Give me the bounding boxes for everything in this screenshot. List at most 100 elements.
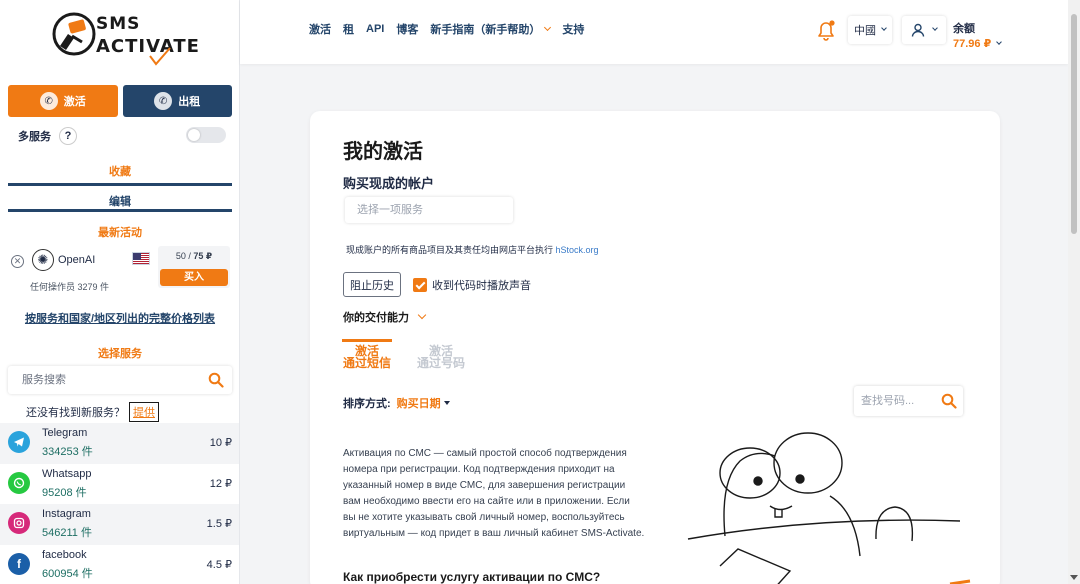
sms-activate-logo[interactable]: SMS ACTIVATE [52, 10, 199, 70]
user-icon [911, 23, 925, 37]
sound-checkbox-label: 收到代码时播放声音 [432, 280, 531, 292]
ready-accounts-heading: 购买现成的帐户 [343, 176, 435, 191]
chevron-down-icon [417, 310, 427, 320]
service-price: 10 ₽ [209, 437, 232, 449]
activation-icon: ✆ [39, 92, 58, 110]
service-select-input[interactable] [345, 197, 513, 223]
sms-activation-description: Активация по СМС — самый простой способ … [343, 448, 645, 539]
offer-price-box: 50 / 75 ₽ 买入 [158, 246, 230, 288]
service-item-facebook[interactable]: f facebook 600954 件 4.5 ₽ [0, 545, 239, 584]
choose-service-heading: 选择服务 [98, 348, 142, 360]
service-select [345, 197, 513, 223]
sort-dropdown[interactable]: 购买日期 [397, 395, 441, 411]
logo-mark-icon [52, 12, 96, 56]
offer-service-name: OpenAI [58, 254, 96, 266]
multi-service-toggle[interactable] [186, 127, 226, 143]
buy-button[interactable]: 买入 [160, 269, 228, 286]
service-search-input[interactable] [8, 366, 198, 394]
page-title: 我的激活 [343, 141, 423, 163]
service-count: 600954 件 [42, 567, 93, 580]
telegram-icon [8, 431, 30, 453]
usa-flag-icon [132, 252, 150, 265]
top-header: 激活 租 API 博客 新手指南（新手帮助） 支持 中國 余额 77.96 ₽ [240, 0, 1068, 64]
how-to-buy-heading: Как приобрести услугу активации по СМС? [343, 570, 601, 584]
service-item-whatsapp[interactable]: Whatsapp 95208 件 12 ₽ [0, 464, 239, 505]
nav-blog[interactable]: 博客 [396, 21, 418, 37]
tab-activation-number[interactable]: 激活 通过号码 [416, 339, 466, 369]
rent-mode-label: 出租 [178, 96, 201, 108]
service-item-instagram[interactable]: Instagram 546211 件 1.5 ₽ [0, 504, 239, 545]
block-history-button[interactable]: 阻止历史 [343, 272, 401, 297]
not-found-text: 还没有找到新服务？ [26, 407, 125, 419]
logo-check-icon [149, 47, 171, 66]
offer-count: 3279 件 [77, 282, 110, 292]
bell-icon[interactable] [814, 18, 838, 42]
tab-edit[interactable]: 编辑 [8, 190, 232, 212]
provide-link[interactable]: 提供 [129, 402, 159, 422]
page-scrollbar[interactable] [1068, 0, 1080, 584]
search-icon[interactable] [941, 393, 957, 409]
nav-support[interactable]: 支持 [562, 21, 584, 37]
multi-service-label: 多服务 [18, 131, 51, 143]
logo-text-sms: SMS [96, 14, 141, 34]
whatsapp-icon [8, 471, 30, 494]
chevron-down-icon [932, 25, 938, 31]
instagram-icon [8, 512, 30, 534]
sound-checkbox[interactable] [413, 278, 427, 292]
sidebar: SMS ACTIVATE ✆ 激活 ✆ 出租 多服务 ? 收藏 编辑 最新活动 … [0, 0, 240, 584]
scroll-thumb[interactable] [1071, 14, 1077, 234]
balance-value[interactable]: 77.96 ₽ [953, 37, 1003, 50]
language-select[interactable]: 中國 [848, 16, 892, 44]
full-price-list-link[interactable]: 按服务和国家/地区列出的完整价格列表 [8, 310, 232, 326]
tab-favorites[interactable]: 收藏 [8, 160, 232, 186]
chevron-down-icon [544, 23, 552, 31]
service-name: Whatsapp [42, 467, 92, 480]
disclaimer: 现成账户的所有商品项目及其责任均由网店平台执行 hStock.org [346, 245, 599, 255]
number-search [854, 386, 963, 416]
rent-icon: ✆ [154, 92, 173, 110]
search-icon[interactable] [208, 372, 224, 388]
service-price: 4.5 ₽ [206, 558, 232, 571]
tab-activation-sms[interactable]: 激活 通过短信 [342, 339, 392, 369]
mascot-illustration [687, 432, 971, 584]
latest-offer-row: ✕ ✺ OpenAI 任何操作员 3279 件 50 / 75 ₽ 买入 [8, 244, 232, 292]
chevron-down-icon [881, 25, 887, 31]
user-menu-button[interactable] [902, 16, 946, 44]
hstock-link[interactable]: hStock.org [556, 245, 599, 255]
language-value: 中國 [854, 25, 876, 37]
offer-operators: 任何操作员 3279 件 [30, 282, 110, 292]
activation-mode-label: 激活 [63, 96, 86, 108]
balance-label: 余额 [953, 23, 975, 35]
facebook-icon: f [8, 552, 30, 575]
offer-price: 50 / 75 ₽ [175, 251, 213, 261]
number-search-input[interactable] [854, 386, 934, 416]
activation-mode-button[interactable]: ✆ 激活 [8, 85, 118, 117]
scroll-down-icon[interactable] [1070, 575, 1078, 580]
service-count: 95208 件 [42, 486, 87, 499]
nav-guide[interactable]: 新手指南（新手帮助） [430, 21, 552, 37]
service-name: Instagram [42, 508, 91, 520]
delivery-capacity-toggle[interactable]: 你的交付能力 [343, 309, 427, 325]
caret-down-icon [443, 401, 450, 405]
sound-checkbox-row[interactable]: 收到代码时播放声音 [413, 277, 531, 293]
service-name: Telegram [42, 427, 88, 439]
nav-rent[interactable]: 租 [343, 21, 354, 37]
activations-card: 我的激活 购买现成的帐户 现成账户的所有商品项目及其责任均由网店平台执行 hSt… [310, 111, 1000, 584]
rent-mode-button[interactable]: ✆ 出租 [122, 85, 232, 117]
remove-icon[interactable]: ✕ [11, 255, 24, 268]
service-name: facebook [42, 548, 87, 561]
nav-api[interactable]: API [366, 21, 384, 37]
openai-icon: ✺ [32, 249, 54, 271]
tab-latest-activity[interactable]: 最新活动 [8, 222, 232, 240]
service-list: Telegram 334253 件 10 ₽ Whatsapp 95208 件 … [0, 423, 239, 584]
service-price: 12 ₽ [209, 477, 232, 490]
sort-label: 排序方式: [343, 398, 391, 410]
help-icon[interactable]: ? [59, 127, 77, 145]
multi-service-row: 多服务 ? [18, 126, 226, 146]
chevron-down-icon [996, 38, 1003, 45]
nav-activation[interactable]: 激活 [309, 21, 331, 37]
service-search [8, 366, 232, 394]
not-found-row: 还没有找到新服务？ 提供 [26, 402, 159, 422]
service-price: 1.5 ₽ [206, 518, 232, 530]
service-item-telegram[interactable]: Telegram 334253 件 10 ₽ [0, 423, 239, 464]
